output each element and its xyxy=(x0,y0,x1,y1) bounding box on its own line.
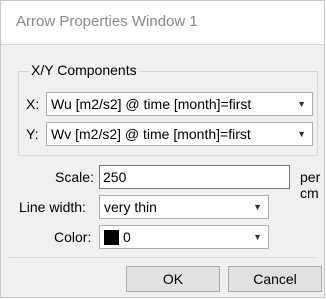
color-label: Color: xyxy=(54,229,92,245)
line-width-label: Line width: xyxy=(19,199,86,215)
scale-unit: per cm xyxy=(300,169,321,201)
y-label: Y: xyxy=(26,126,39,142)
divider xyxy=(9,257,316,258)
x-label: X: xyxy=(26,96,40,112)
scale-label: Scale: xyxy=(55,169,94,185)
title-bar: Arrow Properties Window 1 xyxy=(1,1,324,45)
cancel-button[interactable]: Cancel xyxy=(228,266,322,292)
arrow-properties-window: Arrow Properties Window 1 X/Y Components… xyxy=(0,0,325,298)
color-swatch xyxy=(104,230,119,245)
line-width-value: very thin xyxy=(104,199,157,215)
chevron-down-icon: ▼ xyxy=(297,99,306,109)
chevron-down-icon: ▼ xyxy=(253,202,262,212)
window-title: Arrow Properties Window 1 xyxy=(16,13,198,30)
ok-button[interactable]: OK xyxy=(126,266,220,292)
x-component-dropdown[interactable]: Wu [m2/s2] @ time [month]=first ▼ xyxy=(46,92,313,116)
x-component-value: Wu [m2/s2] @ time [month]=first xyxy=(51,96,252,112)
line-width-dropdown[interactable]: very thin ▼ xyxy=(99,195,269,219)
chevron-down-icon: ▼ xyxy=(253,232,262,242)
color-dropdown[interactable]: 0 ▼ xyxy=(99,225,269,249)
color-value: 0 xyxy=(123,229,131,245)
xy-components-label: X/Y Components xyxy=(29,62,139,78)
y-component-value: Wv [m2/s2] @ time [month]=first xyxy=(51,126,251,142)
chevron-down-icon: ▼ xyxy=(297,129,306,139)
scale-input[interactable]: 250 xyxy=(99,165,290,189)
y-component-dropdown[interactable]: Wv [m2/s2] @ time [month]=first ▼ xyxy=(46,122,313,146)
